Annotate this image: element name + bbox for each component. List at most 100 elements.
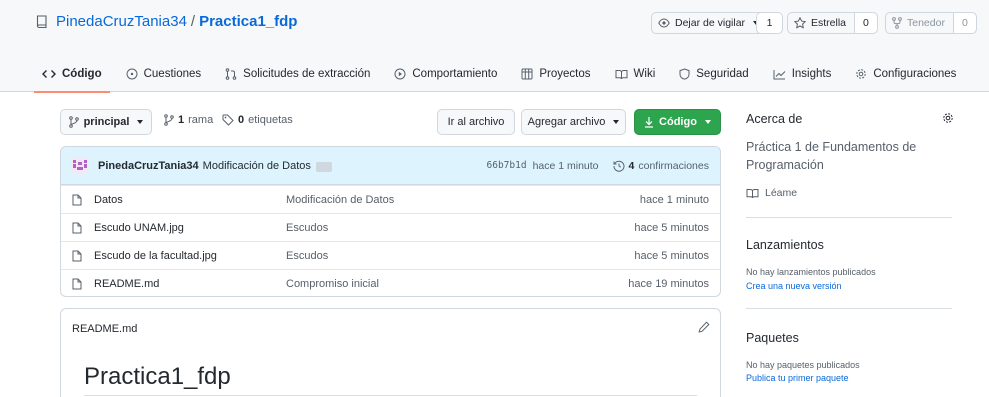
file-row[interactable]: README.md Compromiso inicial hace 19 min… [61, 269, 720, 296]
repo-description: Práctica 1 de Fundamentos de Programació… [746, 140, 917, 172]
download-icon [644, 116, 654, 128]
branch-select-button[interactable]: principal [60, 109, 152, 135]
watch-count[interactable]: 1 [756, 12, 783, 34]
repo-header: PinedaCruzTania34 / Practica1_fdp Dejar … [0, 0, 989, 93]
repo-title: PinedaCruzTania34 / Practica1_fdp [36, 13, 297, 30]
gear-icon[interactable] [942, 112, 954, 124]
avatar[interactable] [72, 157, 88, 174]
file-name-link[interactable]: Escudo de la facultad.jpg [94, 250, 286, 262]
file-name-link[interactable]: README.md [94, 278, 286, 290]
branch-icon [68, 116, 79, 128]
file-row[interactable]: Escudo de la facultad.jpg Escudos hace 5… [61, 241, 720, 269]
tag-icon [222, 114, 234, 126]
pull-request-icon [225, 68, 237, 80]
tab-proyectos[interactable]: Proyectos [513, 56, 598, 92]
commit-meta: 66b7b1d hace 1 minuto 4 confirmaciones [487, 160, 709, 172]
issue-icon [126, 68, 138, 80]
tags-count: 0 [238, 114, 245, 126]
about-title: Acerca de [746, 112, 803, 126]
tab-seguridad[interactable]: Seguridad [671, 56, 756, 92]
commit-author-link[interactable]: PinedaCruzTania34 [98, 160, 199, 172]
book-icon [746, 188, 759, 199]
watch-label: Dejar de vigilar [675, 17, 746, 29]
tags-link[interactable]: 0 etiquetas [222, 114, 293, 126]
tab-wiki[interactable]: Wiki [607, 56, 664, 92]
releases-empty-text: No hay lanzamientos publicados [746, 267, 876, 277]
branch-name: principal [83, 116, 130, 128]
eye-icon [658, 18, 670, 28]
fork-button[interactable]: Tenedor 0 [885, 12, 977, 34]
tab-insights[interactable]: Insights [765, 56, 840, 92]
go-to-file-label: Ir al archivo [447, 116, 505, 128]
book-icon [615, 69, 628, 80]
latest-commit-bar: PinedaCruzTania34 Modificación de Datos … [61, 147, 720, 185]
sidebar-divider [746, 308, 952, 309]
file-commit-time: hace 5 minutos [634, 249, 709, 262]
file-row[interactable]: Datos Modificación de Datos hace 1 minut… [61, 185, 720, 213]
file-icon [72, 278, 82, 290]
packages-empty-text: No hay paquetes publicados [746, 360, 860, 370]
file-commit-time: hace 1 minuto [639, 193, 709, 206]
graph-icon [773, 69, 786, 80]
add-file-button[interactable]: Agregar archivo [521, 109, 626, 135]
file-commit-message[interactable]: Escudos [286, 222, 328, 234]
commits-count: 4 [628, 159, 635, 172]
file-commit-time: hace 19 minutos [628, 277, 709, 290]
file-icon [72, 194, 82, 206]
branches-label: rama [188, 114, 214, 126]
chevron-down-icon [613, 120, 620, 124]
file-name-link[interactable]: Datos [94, 194, 286, 206]
history-icon [613, 160, 625, 172]
branches-count: 1 [178, 114, 185, 126]
chevron-down-icon [137, 120, 144, 124]
go-to-file-button[interactable]: Ir al archivo [437, 109, 515, 135]
fork-count: 0 [952, 13, 976, 33]
readme-divider [84, 395, 697, 396]
commits-history-link[interactable]: 4 confirmaciones [613, 160, 709, 172]
watch-count-value: 1 [766, 17, 773, 29]
commit-expand-button[interactable] [315, 162, 332, 172]
star-icon [794, 17, 806, 29]
repo-owner-link[interactable]: PinedaCruzTania34 [56, 13, 187, 30]
sidebar-divider [746, 217, 952, 218]
table-icon [521, 68, 533, 80]
file-icon [72, 250, 82, 262]
branches-link[interactable]: 1 rama [164, 114, 213, 126]
file-name-link[interactable]: Escudo UNAM.jpg [94, 222, 286, 234]
gear-icon [855, 68, 867, 80]
commit-time: hace 1 minuto [532, 159, 599, 172]
create-release-link[interactable]: Crea una nueva versión [746, 281, 842, 291]
play-icon [394, 68, 406, 80]
tab-codigo[interactable]: Código [34, 56, 110, 93]
file-commit-message[interactable]: Escudos [286, 250, 328, 262]
tags-label: etiquetas [248, 114, 293, 126]
readme-heading: Practica1_fdp [84, 363, 231, 390]
file-list: PinedaCruzTania34 Modificación de Datos … [60, 146, 721, 297]
star-label: Estrella [811, 17, 847, 29]
commit-sha-link[interactable]: 66b7b1d [487, 160, 527, 171]
repo-tabs: Código Cuestiones Solicitudes de extracc… [34, 56, 972, 93]
readme-panel: README.md Practica1_fdp [60, 308, 721, 397]
publish-package-link[interactable]: Publica tu primer paquete [746, 373, 849, 383]
tab-label: Seguridad [696, 68, 749, 80]
tab-solicitudes[interactable]: Solicitudes de extracción [217, 56, 378, 92]
releases-title: Lanzamientos [746, 238, 824, 252]
readme-filename: README.md [72, 323, 138, 335]
file-row[interactable]: Escudo UNAM.jpg Escudos hace 5 minutos [61, 213, 720, 241]
tab-cuestiones[interactable]: Cuestiones [118, 56, 210, 92]
code-button-label: Código [659, 116, 697, 128]
fork-label: Tenedor [907, 17, 945, 29]
tab-comportamiento[interactable]: Comportamiento [386, 56, 505, 92]
file-commit-message[interactable]: Modificación de Datos [286, 194, 394, 206]
repo-name-link[interactable]: Practica1_fdp [199, 13, 297, 30]
file-commit-message[interactable]: Compromiso inicial [286, 278, 379, 290]
commit-message-link[interactable]: Modificación de Datos [203, 160, 311, 172]
readme-link[interactable]: Léame [746, 187, 797, 199]
star-button[interactable]: Estrella 0 [787, 12, 878, 34]
commits-label: confirmaciones [638, 159, 709, 172]
code-dropdown-button[interactable]: Código [634, 109, 721, 135]
file-commit-time: hace 5 minutos [634, 221, 709, 234]
watch-button[interactable]: Dejar de vigilar [651, 12, 769, 34]
tab-configuraciones[interactable]: Configuraciones [847, 56, 964, 92]
pencil-icon[interactable] [698, 321, 710, 333]
